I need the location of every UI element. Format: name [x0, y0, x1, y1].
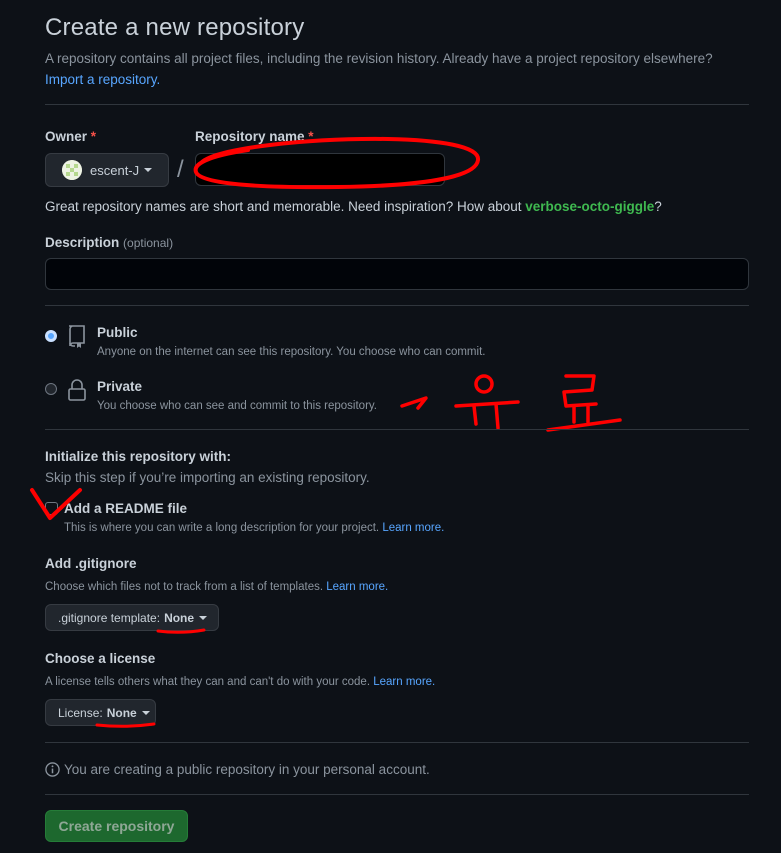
readme-description-text: This is where you can write a long descr… — [64, 522, 380, 534]
divider — [45, 305, 749, 306]
owner-label-text: Owner — [45, 129, 88, 144]
owner-select[interactable]: escent-J — [45, 153, 169, 187]
description-optional: (optional) — [123, 236, 174, 250]
divider — [45, 429, 749, 430]
description-label: Description (optional) — [45, 235, 173, 250]
annotation-underline — [156, 628, 206, 634]
initialize-subtitle: Skip this step if you’re importing an ex… — [45, 470, 370, 485]
divider — [45, 104, 749, 105]
license-description-text: A license tells others what they can and… — [45, 676, 371, 688]
owner-required-mark: * — [90, 129, 97, 144]
license-select-prefix: License: — [58, 705, 103, 720]
description-input[interactable] — [45, 258, 749, 290]
chevron-down-icon — [199, 615, 208, 620]
suggested-name-link[interactable]: verbose-octo-giggle — [525, 199, 654, 214]
page-description-text: A repository contains all project files,… — [45, 51, 713, 66]
suggestion-text: Great repository names are short and mem… — [45, 199, 526, 214]
divider — [45, 742, 749, 743]
chevron-down-icon — [141, 710, 150, 715]
owner-value: escent-J — [90, 162, 140, 178]
gitignore-description-text: Choose which files not to track from a l… — [45, 581, 324, 593]
readme-description: This is where you can write a long descr… — [64, 522, 444, 534]
chevron-down-icon — [144, 168, 153, 172]
divider — [45, 794, 749, 795]
public-radio[interactable] — [45, 330, 57, 342]
page-title: Create a new repository — [45, 14, 305, 41]
import-repository-link[interactable]: Import a repository. — [45, 72, 160, 87]
license-learn-more-link[interactable]: Learn more. — [373, 676, 435, 688]
page-description: A repository contains all project files,… — [45, 48, 749, 90]
gitignore-select-prefix: .gitignore template: — [58, 610, 161, 625]
gitignore-learn-more-link[interactable]: Learn more. — [326, 581, 388, 593]
owner-label: Owner * — [45, 129, 96, 144]
suggestion-text-after: ? — [654, 199, 662, 214]
owner-repo-separator: / — [177, 156, 184, 183]
annotation-underline — [95, 722, 156, 728]
public-description: Anyone on the internet can see this repo… — [97, 346, 486, 358]
gitignore-select-value: None — [164, 610, 195, 625]
license-select-value: None — [106, 705, 137, 720]
description-label-text: Description — [45, 235, 120, 250]
name-suggestion: Great repository names are short and mem… — [45, 199, 662, 214]
info-icon — [45, 762, 60, 777]
lock-icon — [68, 379, 86, 401]
readme-learn-more-link[interactable]: Learn more. — [382, 522, 444, 534]
annotation-circle — [193, 136, 480, 190]
avatar — [62, 160, 82, 180]
repo-icon — [69, 325, 85, 348]
private-radio[interactable] — [45, 383, 57, 395]
private-label: Private — [97, 379, 143, 394]
initialize-title: Initialize this repository with: — [45, 449, 232, 464]
private-description: You choose who can see and commit to thi… — [97, 400, 377, 412]
annotation-checkmark — [30, 488, 82, 520]
gitignore-description: Choose which files not to track from a l… — [45, 581, 388, 593]
gitignore-title: Add .gitignore — [45, 556, 137, 571]
license-title: Choose a license — [45, 651, 156, 666]
annotation-handwriting — [400, 374, 622, 432]
create-repository-button[interactable]: Create repository — [45, 810, 188, 842]
public-label: Public — [97, 325, 138, 340]
visibility-notice: You are creating a public repository in … — [64, 762, 430, 777]
license-description: A license tells others what they can and… — [45, 676, 435, 688]
